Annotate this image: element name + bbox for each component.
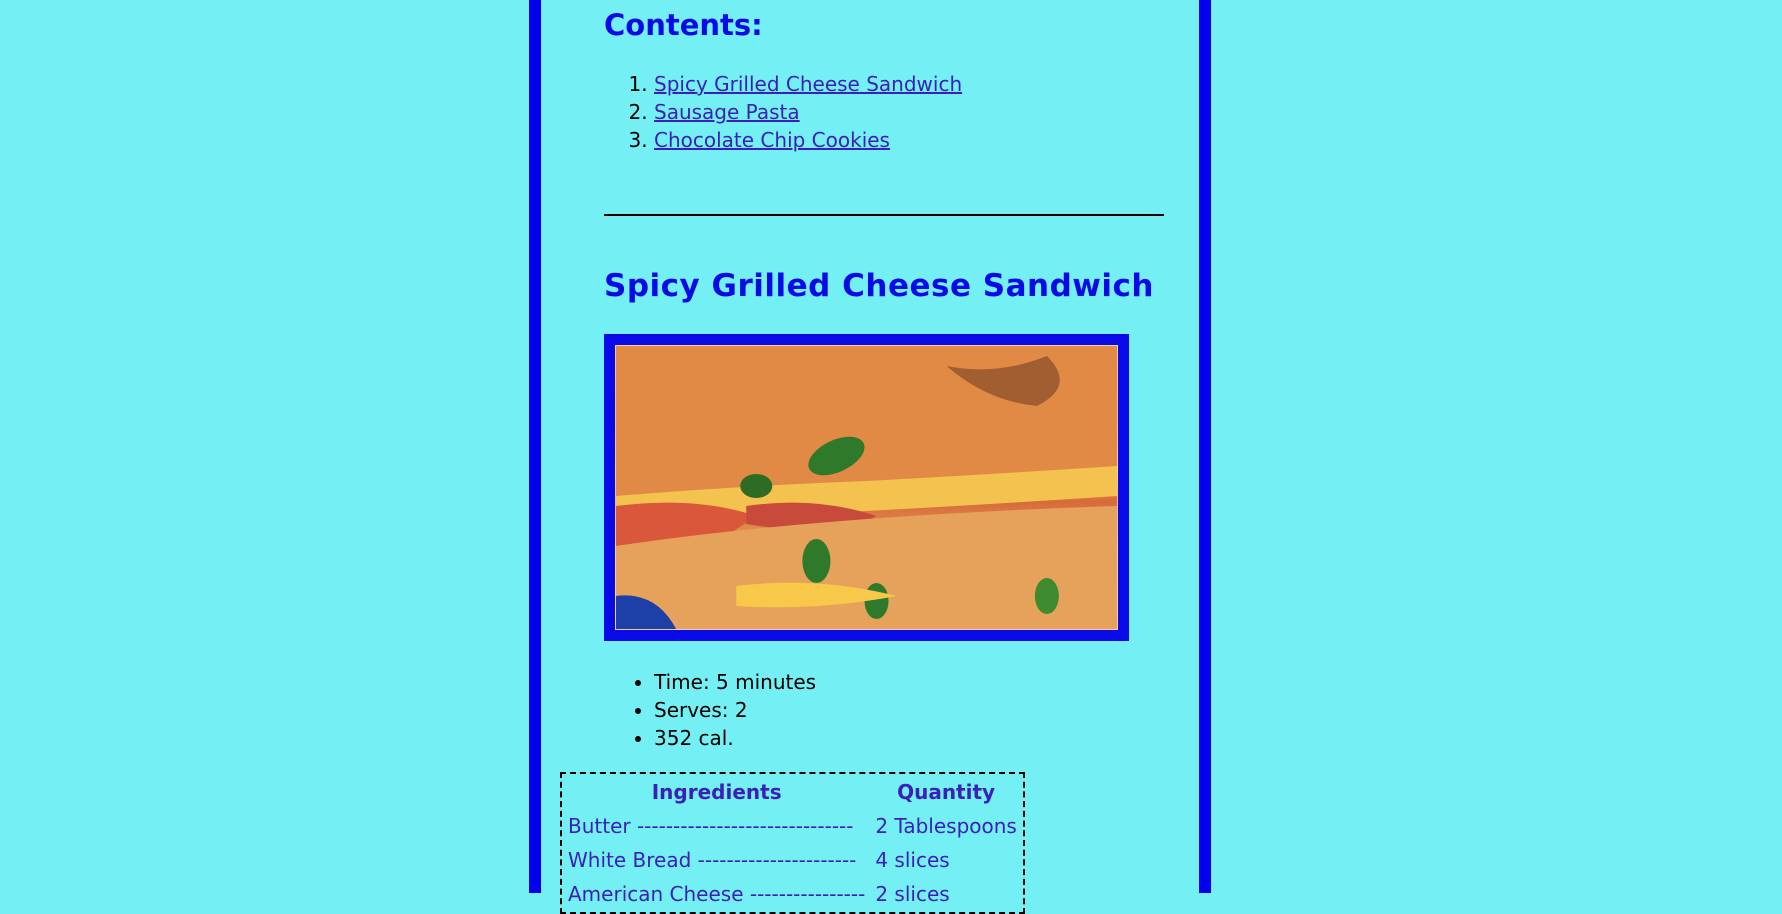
link-sausage-pasta[interactable]: Sausage Pasta — [654, 100, 800, 124]
contents-item: Sausage Pasta — [654, 98, 962, 126]
recipe-title: Spicy Grilled Cheese Sandwich — [604, 268, 1154, 304]
ingredient-qty: 2 slices — [875, 882, 950, 906]
grilled-cheese-photo — [615, 345, 1118, 630]
table-header-row: Ingredients Quantity — [564, 776, 1021, 808]
header-ingredients: Ingredients — [651, 780, 782, 804]
recipe-photo-frame — [604, 334, 1129, 641]
ingredient-name: White Bread ---------------------- — [568, 848, 857, 872]
contents-list: Spicy Grilled Cheese Sandwich Sausage Pa… — [604, 70, 962, 154]
table-row: Butter ------------------------------ 2 … — [564, 810, 1021, 842]
table-row: American Cheese ---------------- 2 slice… — [564, 878, 1021, 910]
ingredient-qty: 4 slices — [875, 848, 950, 872]
ingredient-name: American Cheese ---------------- — [568, 882, 866, 906]
table-row: White Bread ---------------------- 4 sli… — [564, 844, 1021, 876]
contents-item: Chocolate Chip Cookies — [654, 126, 962, 154]
contents-heading: Contents: — [604, 8, 763, 42]
divider — [604, 214, 1164, 216]
meta-time: Time: 5 minutes — [654, 668, 816, 696]
header-quantity: Quantity — [897, 780, 996, 804]
recipe-page: Contents: Spicy Grilled Cheese Sandwich … — [529, 0, 1211, 914]
meta-calories: 352 cal. — [654, 724, 816, 752]
sandwich-image — [616, 346, 1117, 629]
contents-item: Spicy Grilled Cheese Sandwich — [654, 70, 962, 98]
ingredient-qty: 2 Tablespoons — [875, 814, 1017, 838]
meta-serves: Serves: 2 — [654, 696, 816, 724]
link-chocolate-chip-cookies[interactable]: Chocolate Chip Cookies — [654, 128, 890, 152]
recipe-meta-list: Time: 5 minutes Serves: 2 352 cal. — [604, 668, 816, 752]
ingredient-name: Butter ------------------------------ — [568, 814, 854, 838]
link-spicy-grilled-cheese[interactable]: Spicy Grilled Cheese Sandwich — [654, 72, 962, 96]
